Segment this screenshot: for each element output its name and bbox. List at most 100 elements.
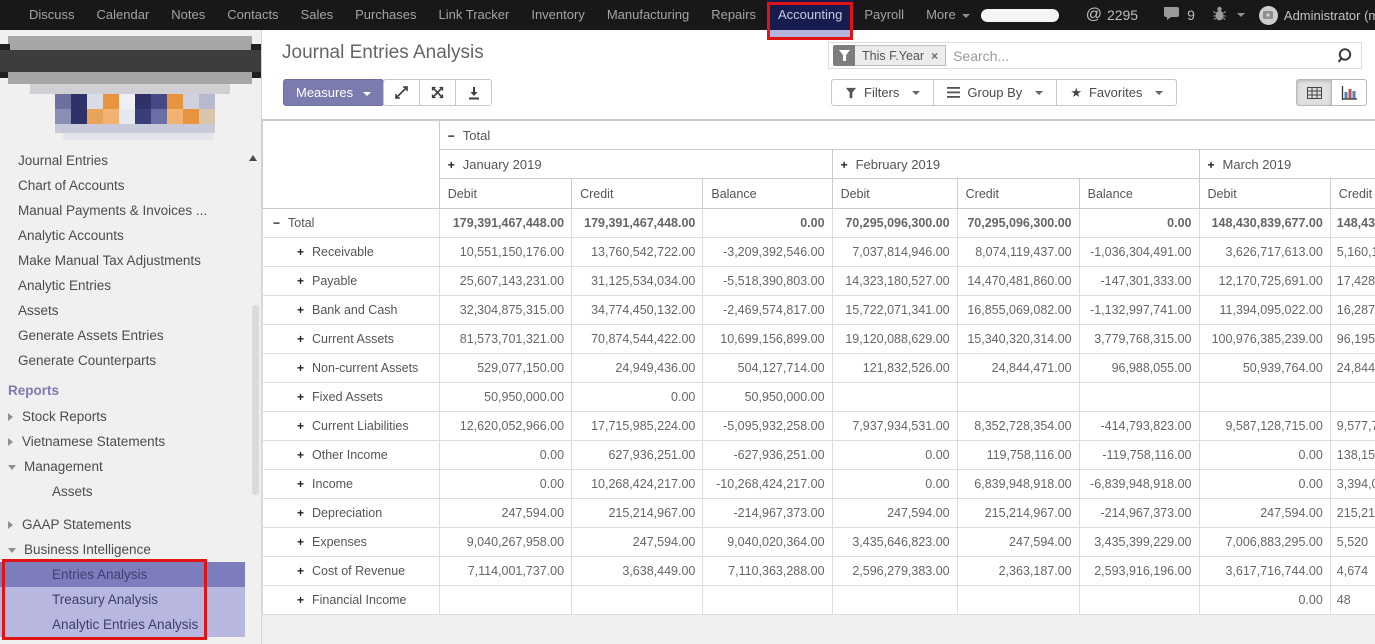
sidebar-item-manual-payments-invoices[interactable]: Manual Payments & Invoices ... (0, 198, 261, 223)
sidebar-item-analytic-entries[interactable]: Analytic Entries (0, 273, 261, 298)
progress-gauge[interactable] (981, 9, 1059, 22)
pivot-row-income[interactable]: +Income (263, 470, 440, 499)
pivot-row-non-current-assets[interactable]: +Non-current Assets (263, 354, 440, 383)
measure-header-credit[interactable]: Credit (957, 179, 1079, 209)
pivot-row-bank-and-cash[interactable]: +Bank and Cash (263, 296, 440, 325)
search-bar[interactable]: This F.Year × (828, 42, 1362, 69)
user-menu-label[interactable]: Administrator (mknwyp... (1284, 8, 1375, 23)
pivot-colgroup-january-2019[interactable]: +January 2019 (439, 150, 832, 179)
sidebar-scrollbar[interactable] (252, 305, 259, 495)
pivot-row-financial-income[interactable]: +Financial Income (263, 586, 440, 615)
pivot-row-payable[interactable]: +Payable (263, 267, 440, 296)
debug-menu[interactable] (1213, 6, 1245, 24)
expand-icon[interactable]: + (297, 535, 304, 549)
pivot-row-fixed-assets[interactable]: +Fixed Assets (263, 383, 440, 412)
chevron-right-icon[interactable] (8, 438, 13, 446)
sidebar-item-vietnamese-statements[interactable]: Vietnamese Statements (0, 429, 261, 454)
download-button[interactable] (455, 79, 492, 106)
measure-header-debit[interactable]: Debit (1199, 179, 1330, 209)
expand-icon[interactable]: + (297, 245, 304, 259)
pivot-row-current-liabilities[interactable]: +Current Liabilities (263, 412, 440, 441)
measure-header-debit[interactable]: Debit (832, 179, 957, 209)
sidebar-item-analytic-accounts[interactable]: Analytic Accounts (0, 223, 261, 248)
flip-axis-button[interactable] (419, 79, 456, 106)
expand-icon[interactable]: + (297, 332, 304, 346)
expand-icon[interactable]: + (297, 274, 304, 288)
sidebar-item-business-intelligence[interactable]: Business Intelligence (0, 537, 261, 562)
expand-icon[interactable]: + (448, 158, 455, 172)
expand-icon[interactable]: + (297, 361, 304, 375)
sidebar-item-generate-assets-entries[interactable]: Generate Assets Entries (0, 323, 261, 348)
menu-manufacturing[interactable]: Manufacturing (596, 0, 700, 30)
expand-all-button[interactable] (383, 79, 420, 106)
scroll-up-arrow[interactable] (249, 155, 257, 161)
search-icon[interactable] (1328, 46, 1361, 65)
pivot-colgroup-february-2019[interactable]: +February 2019 (832, 150, 1199, 179)
sidebar-item-chart-of-accounts[interactable]: Chart of Accounts (0, 173, 261, 198)
pivot-row-receivable[interactable]: +Receivable (263, 238, 440, 267)
measure-header-credit[interactable]: Credit (1330, 179, 1375, 209)
menu-discuss[interactable]: Discuss (18, 0, 86, 30)
pivot-row-current-assets[interactable]: +Current Assets (263, 325, 440, 354)
menu-inventory[interactable]: Inventory (520, 0, 595, 30)
measure-header-debit[interactable]: Debit (439, 179, 571, 209)
sidebar-item-treasury-analysis[interactable]: Treasury Analysis (0, 587, 245, 612)
expand-icon[interactable]: + (297, 419, 304, 433)
measure-header-balance[interactable]: Balance (1079, 179, 1199, 209)
favorites-button[interactable]: ★ Favorites (1056, 79, 1177, 106)
chevron-right-icon[interactable] (8, 521, 13, 529)
chevron-right-icon[interactable] (8, 413, 13, 421)
sidebar-item-journal-entries[interactable]: Journal Entries (0, 148, 261, 173)
search-input[interactable] (953, 48, 1328, 64)
remove-facet-icon[interactable]: × (931, 49, 938, 63)
sidebar-item-gaap-statements[interactable]: GAAP Statements (0, 512, 261, 537)
pivot-view-button[interactable] (1296, 79, 1332, 106)
expand-icon[interactable]: + (1208, 158, 1215, 172)
menu-calendar[interactable]: Calendar (86, 0, 161, 30)
mentions-counter[interactable]: @ 2295 (1086, 6, 1138, 24)
pivot-row-cost-of-revenue[interactable]: +Cost of Revenue (263, 557, 440, 586)
menu-payroll[interactable]: Payroll (853, 0, 915, 30)
collapse-icon[interactable]: − (273, 216, 280, 230)
expand-icon[interactable]: + (841, 158, 848, 172)
sidebar-item-make-manual-tax-adjustments[interactable]: Make Manual Tax Adjustments (0, 248, 261, 273)
avatar[interactable] (1259, 6, 1278, 25)
pivot-row-other-income[interactable]: +Other Income (263, 441, 440, 470)
expand-icon[interactable]: + (297, 593, 304, 607)
sidebar-item-stock-reports[interactable]: Stock Reports (0, 404, 261, 429)
sidebar-item-entries-analysis[interactable]: Entries Analysis (0, 562, 245, 587)
expand-icon[interactable]: + (297, 506, 304, 520)
menu-purchases[interactable]: Purchases (344, 0, 427, 30)
expand-icon[interactable]: + (297, 564, 304, 578)
expand-icon[interactable]: + (297, 303, 304, 317)
pivot-row-expenses[interactable]: +Expenses (263, 528, 440, 557)
group-by-button[interactable]: Group By (933, 79, 1057, 106)
chevron-down-icon[interactable] (8, 465, 16, 470)
sidebar-item-assets[interactable]: Assets (0, 479, 261, 504)
measures-button[interactable]: Measures (283, 79, 384, 106)
pivot-colgroup-march-2019[interactable]: +March 2019 (1199, 150, 1375, 179)
chevron-down-icon[interactable] (8, 548, 16, 553)
sidebar-item-management[interactable]: Management (0, 454, 261, 479)
expand-icon[interactable]: + (297, 390, 304, 404)
menu-more[interactable]: More (915, 0, 981, 30)
sidebar-item-generate-counterparts[interactable]: Generate Counterparts (0, 348, 261, 373)
sidebar-item-assets[interactable]: Assets (0, 298, 261, 323)
pivot-row-total[interactable]: −Total (263, 209, 440, 238)
measure-header-credit[interactable]: Credit (572, 179, 703, 209)
collapse-icon[interactable]: − (448, 129, 455, 143)
filters-button[interactable]: Filters (831, 79, 934, 106)
sidebar-item-analytic-entries-analysis[interactable]: Analytic Entries Analysis (0, 612, 245, 637)
expand-icon[interactable]: + (297, 477, 304, 491)
messages-counter[interactable]: 9 (1162, 6, 1195, 24)
measure-header-balance[interactable]: Balance (703, 179, 832, 209)
menu-link-tracker[interactable]: Link Tracker (428, 0, 521, 30)
menu-accounting[interactable]: Accounting (767, 0, 853, 30)
sidebar-item-invoicing[interactable]: Invoicing (0, 637, 261, 644)
menu-contacts[interactable]: Contacts (216, 0, 289, 30)
menu-repairs[interactable]: Repairs (700, 0, 767, 30)
pivot-row-depreciation[interactable]: +Depreciation (263, 499, 440, 528)
menu-sales[interactable]: Sales (290, 0, 345, 30)
graph-view-button[interactable] (1331, 79, 1367, 106)
menu-notes[interactable]: Notes (160, 0, 216, 30)
